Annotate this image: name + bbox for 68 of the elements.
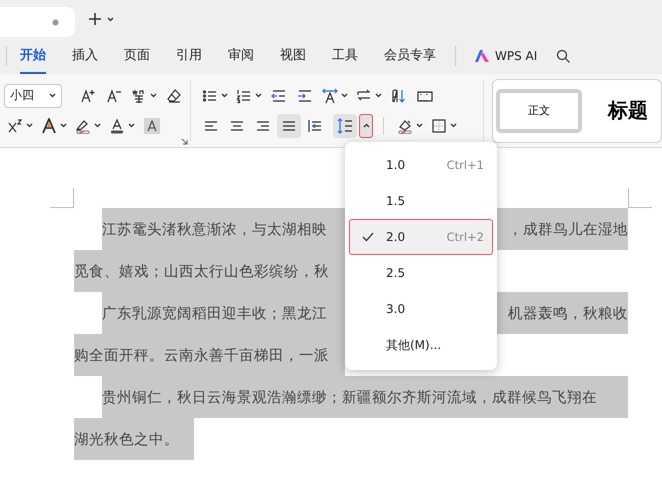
- caret-icon: [221, 93, 228, 98]
- menu-tab[interactable]: 插入: [72, 38, 98, 74]
- caret-icon: [60, 123, 67, 128]
- caret-icon: [416, 123, 423, 128]
- plus-icon: [87, 11, 103, 27]
- menu-tab[interactable]: 会员专享: [384, 38, 436, 74]
- font-color-icon: [109, 118, 125, 134]
- caret-icon: [26, 123, 33, 128]
- caret-icon: [128, 123, 135, 128]
- caret-icon: [255, 93, 262, 98]
- menu-item[interactable]: 2.5: [349, 255, 493, 291]
- sort-icon: [391, 88, 407, 104]
- checkmark-icon: [362, 232, 374, 242]
- document-text: 贵州铜仁，秋日云海景观浩瀚缥缈；新疆额尔齐斯河流域，成群候鸟飞翔在: [102, 376, 628, 418]
- shrink-font-icon: [106, 88, 122, 104]
- document-text: 广东乳源宽阔稻田迎丰收；黑龙江: [102, 292, 345, 334]
- menu-item[interactable]: 1.5: [349, 183, 493, 219]
- dialog-launcher-icon[interactable]: [181, 138, 188, 145]
- menu-tab[interactable]: 工具: [332, 38, 358, 74]
- ai-logo-icon: [474, 49, 490, 63]
- bulleted-list-icon: [202, 88, 218, 104]
- menu-tab[interactable]: 审阅: [228, 38, 254, 74]
- unsaved-dot-icon: [52, 18, 59, 26]
- menu-item[interactable]: 1.0 Ctrl+1: [349, 147, 493, 183]
- increase-indent-icon: [297, 88, 313, 104]
- document-text: 机器轰鸣，秋粮收: [497, 292, 628, 334]
- align-distributed-icon: [307, 118, 323, 134]
- caret-icon: [362, 123, 370, 128]
- menu-tab[interactable]: 视图: [280, 38, 306, 74]
- font-size-dropdown[interactable]: 小四: [4, 84, 62, 108]
- line-spacing-button[interactable]: [333, 114, 357, 138]
- caret-icon: [375, 93, 382, 98]
- margin-corner-mark: [50, 188, 74, 208]
- menu-tab[interactable]: 引用: [176, 38, 202, 74]
- document-text: ，成群鸟儿在湿地: [497, 208, 628, 250]
- numbered-list-icon: [236, 88, 252, 104]
- line-spacing-icon: [337, 118, 353, 134]
- character-spacing-icon: [322, 88, 338, 104]
- line-spacing-dropdown-button[interactable]: [359, 114, 373, 138]
- borders-icon: [431, 118, 447, 134]
- highlighter-icon: [75, 118, 91, 134]
- caret-icon: [341, 93, 348, 98]
- style-option[interactable]: 标题: [598, 97, 658, 124]
- character-shading-icon: [144, 118, 160, 134]
- decrease-indent-icon: [271, 88, 287, 104]
- grow-font-icon: [80, 88, 96, 104]
- eraser-icon: [166, 88, 182, 104]
- menu-tab[interactable]: 页面: [124, 38, 150, 74]
- caret-icon: [49, 93, 56, 98]
- caret-icon: [150, 93, 157, 98]
- document-text: 江苏鼋头渚秋意渐浓，与太湖相映: [102, 208, 345, 250]
- text-effect-icon: [41, 118, 57, 134]
- document-text: 湖光秋色之中。: [74, 418, 194, 460]
- caret-icon: [450, 123, 457, 128]
- menu-item[interactable]: 其他(M)...: [349, 327, 493, 363]
- caret-icon: [107, 16, 114, 22]
- paint-bucket-icon: [397, 118, 413, 134]
- document-text: 觅食、嬉戏；山西太行山色彩缤纷，秋: [74, 250, 345, 292]
- menu-item[interactable]: 3.0: [349, 291, 493, 327]
- superscript-icon: [7, 118, 23, 134]
- document-text: 购全面开秤。云南永善千亩梯田，一派: [74, 334, 345, 376]
- search-icon: [555, 48, 572, 64]
- menu-item[interactable]: 2.0 Ctrl+2: [349, 219, 493, 255]
- margin-corner-mark: [628, 188, 652, 208]
- wps-ai-button[interactable]: WPS AI: [468, 48, 544, 64]
- caret-icon: [94, 123, 101, 128]
- align-button[interactable]: [277, 114, 301, 138]
- style-option[interactable]: 正文: [496, 88, 582, 132]
